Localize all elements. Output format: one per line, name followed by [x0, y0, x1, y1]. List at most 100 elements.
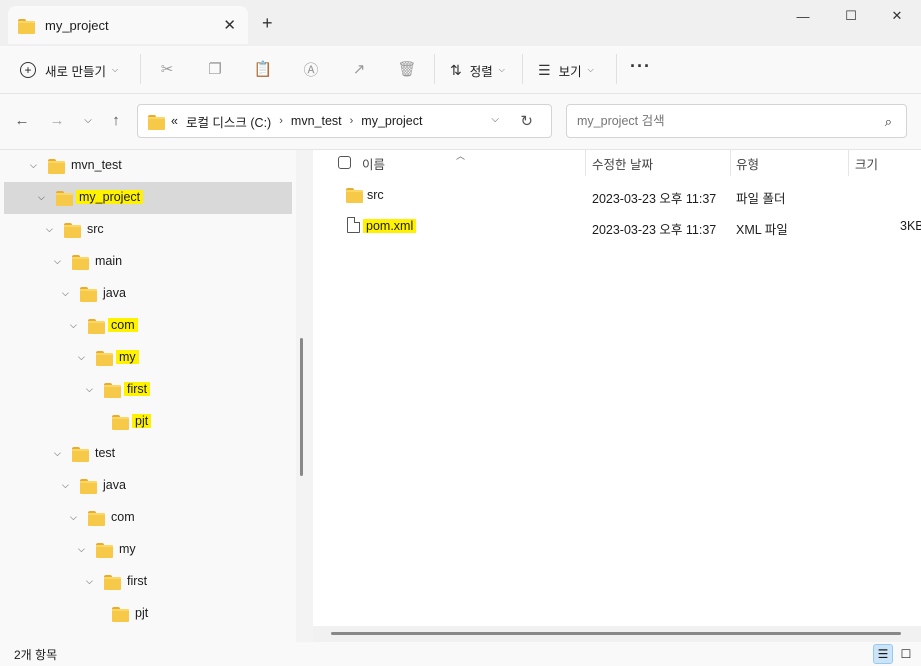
file-name: pom.xml [363, 219, 417, 233]
navigation-pane: ⌵ mvn_test ⌵ my_project ⌵ src ⌵ main ⌵ java ⌵ com ⌵ m… [0, 150, 296, 642]
item-count: 2개 항목 [14, 648, 58, 662]
breadcrumb-local-disk[interactable]: 로컬 디스크 (C:) [186, 112, 271, 131]
close-window-button[interactable]: ✕ [874, 5, 920, 27]
address-dropdown-icon[interactable]: ⌵ [491, 114, 499, 125]
folder-icon [112, 415, 129, 430]
horizontal-scrollbar[interactable] [331, 632, 901, 635]
expand-chevron-icon[interactable]: ⌵ [86, 384, 93, 395]
expand-chevron-icon[interactable]: ⌵ [78, 352, 85, 363]
tree-item-label: my [116, 350, 139, 364]
folder-icon [72, 255, 89, 270]
share-icon[interactable]: ↗ [348, 58, 370, 80]
tree-item[interactable]: ⌵ java [4, 470, 292, 502]
column-divider[interactable] [585, 150, 586, 176]
breadcrumb-separator-icon: › [279, 115, 283, 127]
rename-icon[interactable]: Ⓐ [300, 58, 322, 80]
file-icon [347, 217, 360, 233]
file-size: 3KB [900, 219, 921, 233]
folder-icon [80, 479, 97, 494]
column-header-modified[interactable]: 수정한 날짜 [592, 150, 653, 176]
cut-icon[interactable]: ✂ [156, 58, 178, 80]
file-modified: 2023-03-23 오후 11:37 [592, 192, 717, 206]
breadcrumb-separator-icon: › [349, 115, 354, 127]
folder-icon [104, 383, 121, 398]
tree-item[interactable]: ⌵ test [4, 438, 292, 470]
expand-chevron-icon[interactable]: ⌵ [30, 160, 37, 171]
view-button[interactable]: ☰ 보기 ⌵ [538, 58, 594, 82]
column-header-type[interactable]: 유형 [736, 150, 759, 176]
tree-item[interactable]: ⌵ my [4, 534, 292, 566]
tree-item[interactable]: ⌵ mvn_test [4, 150, 292, 182]
folder-icon [56, 191, 73, 206]
delete-icon[interactable]: 🗑 [396, 58, 418, 80]
expand-chevron-icon[interactable]: ⌵ [62, 480, 69, 491]
tree-item-label: src [87, 222, 104, 236]
column-header-size[interactable]: 크기 [855, 150, 878, 176]
forward-arrow-icon[interactable]: → [47, 112, 67, 129]
tab-close-icon[interactable]: ✕ [223, 16, 236, 34]
tree-item[interactable]: ⌵ my_project [4, 182, 292, 214]
sort-label: 정렬 [469, 64, 493, 79]
new-tab-button[interactable]: + [262, 13, 273, 34]
minimize-button[interactable]: — [780, 5, 826, 27]
search-icon[interactable]: ⌕ [885, 114, 892, 130]
expand-chevron-icon[interactable]: ⌵ [46, 224, 53, 235]
expand-chevron-icon[interactable]: ⌵ [86, 576, 93, 587]
expand-chevron-icon[interactable]: ⌵ [54, 448, 61, 459]
search-box[interactable]: ⌕ [566, 104, 907, 138]
expand-chevron-icon[interactable]: ⌵ [62, 288, 69, 299]
tree-item[interactable]: ⌵ com [4, 502, 292, 534]
tree-item[interactable]: ⌵ com [4, 310, 292, 342]
copy-icon[interactable]: ❐ [204, 58, 226, 80]
expand-chevron-icon[interactable]: ⌵ [70, 512, 77, 523]
expand-chevron-icon[interactable]: ⌵ [78, 544, 85, 555]
navigation-scrollbar[interactable] [300, 338, 303, 476]
refresh-icon[interactable]: ↻ [520, 112, 533, 130]
tab-title: my_project [45, 17, 109, 33]
column-divider[interactable] [730, 150, 731, 176]
folder-icon [96, 351, 113, 366]
chevron-down-icon: ⌵ [587, 65, 594, 74]
column-divider[interactable] [848, 150, 849, 176]
toolbar-divider [522, 54, 523, 84]
maximize-button[interactable]: ☐ [828, 5, 874, 27]
folder-icon [88, 511, 105, 526]
expand-chevron-icon[interactable]: ⌵ [70, 320, 77, 331]
expand-chevron-icon[interactable]: ⌵ [54, 256, 61, 267]
more-options-button[interactable]: ··· [630, 56, 651, 77]
search-input[interactable] [577, 114, 857, 128]
large-icons-view-button[interactable]: ☐ [896, 644, 916, 664]
toolbar-divider [434, 54, 435, 84]
view-label: 보기 [558, 64, 582, 79]
toolbar-divider [140, 54, 141, 84]
tree-item[interactable]: ⌵ java [4, 278, 292, 310]
tree-item[interactable]: pjt [4, 598, 292, 630]
back-arrow-icon[interactable]: ← [12, 112, 32, 129]
sort-button[interactable]: ⇅ 정렬 ⌵ [450, 58, 505, 82]
tree-item[interactable]: ⌵ first [4, 374, 292, 406]
details-view-button[interactable]: ☰ [873, 644, 893, 664]
tree-item[interactable]: ⌵ first [4, 566, 292, 598]
folder-icon [112, 607, 129, 622]
tree-item-label: pjt [132, 414, 152, 428]
select-all-checkbox[interactable] [338, 156, 351, 169]
tree-item[interactable]: pjt [4, 406, 292, 438]
column-header-name[interactable]: 이름 [362, 150, 385, 176]
paste-icon[interactable]: 📋 [252, 58, 274, 80]
new-button[interactable]: + 새로 만들기 ⌵ [20, 58, 118, 82]
address-bar[interactable]: « 로컬 디스크 (C:) › mvn_test › my_project ⌵ … [137, 104, 552, 138]
breadcrumb-my-project[interactable]: my_project [361, 114, 422, 128]
breadcrumb-mvn-test[interactable]: mvn_test [291, 114, 342, 128]
tree-item[interactable]: ⌵ main [4, 246, 292, 278]
tree-item[interactable]: ⌵ my [4, 342, 292, 374]
folder-icon [148, 114, 165, 130]
address-overflow[interactable]: « [171, 114, 178, 128]
file-row[interactable]: pom.xml 2023-03-23 오후 11:37 XML 파일 3KB [313, 211, 921, 241]
file-row[interactable]: src 2023-03-23 오후 11:37 파일 폴더 [313, 180, 921, 210]
recent-chevron-icon[interactable]: ⌵ [78, 115, 98, 126]
expand-chevron-icon[interactable]: ⌵ [38, 192, 45, 203]
tree-item[interactable]: ⌵ src [4, 214, 292, 246]
up-arrow-icon[interactable]: ↑ [106, 112, 126, 129]
tab-my-project[interactable]: my_project ✕ [8, 6, 248, 44]
folder-icon [80, 287, 97, 302]
